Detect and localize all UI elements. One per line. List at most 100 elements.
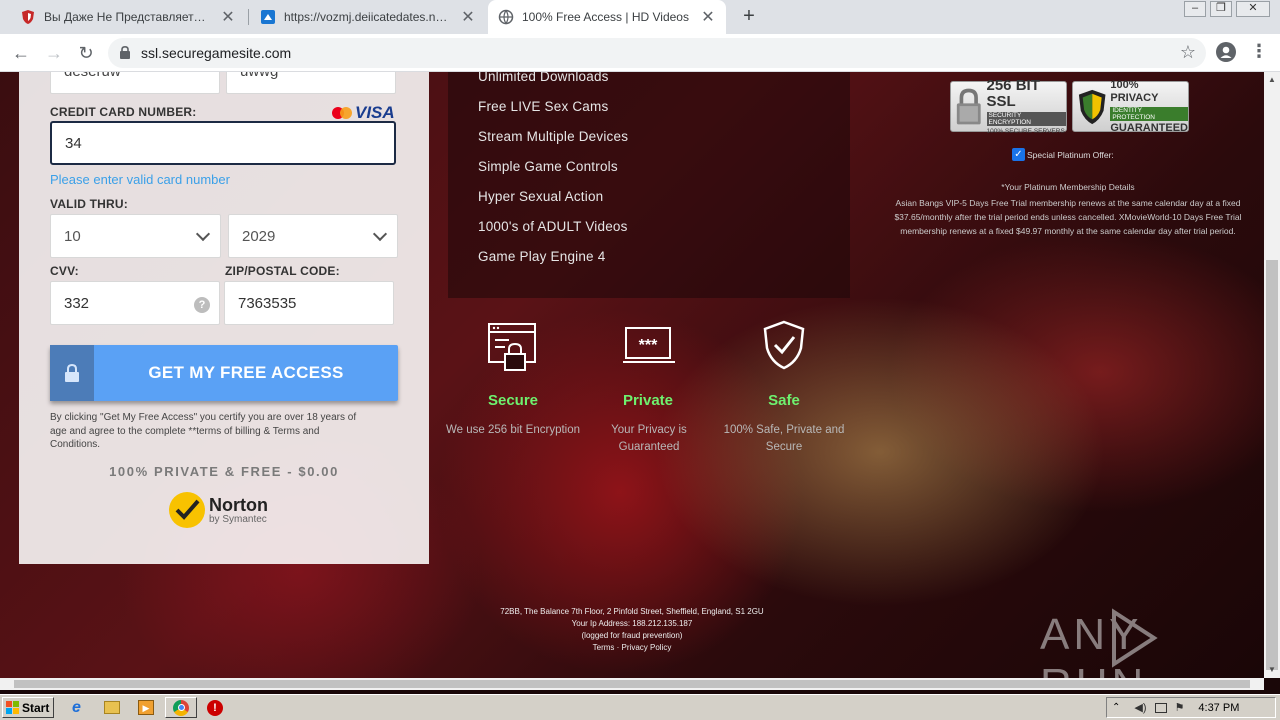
tab-strip: Вы Даже Не Представляете Что М ✕ https:/… [0,0,1280,34]
bookmark-star-icon[interactable]: ☆ [1180,42,1196,63]
privacy-badge-line1: IDENTITY PROTECTION [1110,107,1188,121]
ie-icon[interactable]: e [72,699,81,717]
footer-ip: Your Ip Address: 188.212.135.187 [571,619,693,628]
tab-1-close-icon[interactable]: ✕ [220,7,236,27]
cvv-help-icon[interactable]: ? [194,297,210,313]
membership-details-title: *Your Platinum Membership Details [1001,182,1135,192]
lock-icon [120,46,130,59]
mastercard-icon [332,107,352,119]
shield-check-icon [763,320,805,370]
reload-button[interactable]: ↻ [74,41,98,65]
new-tab-button[interactable]: + [738,5,760,27]
stop-icon[interactable]: ! [207,700,223,716]
scroll-up-icon[interactable]: ▲ [1264,72,1280,88]
profile-avatar-icon[interactable] [1216,42,1236,62]
valid-thru-label: VALID THRU: [50,197,128,211]
scroll-down-icon[interactable]: ▼ [1264,662,1280,678]
ssl-padlock-icon [956,88,981,124]
forward-button[interactable]: → [42,41,66,65]
minimize-button[interactable]: – [1184,1,1206,17]
clock: 4:37 PM [1198,701,1240,714]
footer-address: 72BB, The Balance 7th Floor, 2 Pinfold S… [500,607,764,616]
get-free-access-button[interactable]: GET MY FREE ACCESS [50,345,398,401]
norton-badge: Norton by Symantec [169,492,268,528]
ssl-badge-line1: SECURITY ENCRYPTION [986,112,1066,126]
terms-disclaimer: By clicking "Get My Free Access" you cer… [50,412,357,450]
payment-form-panel: deseruw uwwg CREDIT CARD NUMBER: VISA 34… [19,72,429,564]
media-player-icon[interactable]: ▶ [138,700,154,715]
vertical-scrollbar[interactable]: ▲ ▼ [1264,72,1280,678]
speaker-icon[interactable]: ◀) [1134,701,1146,714]
name-field-2[interactable]: uwwg [226,72,396,94]
card-number-label: CREDIT CARD NUMBER: [50,105,197,119]
site-icon [260,9,276,25]
zip-input[interactable]: 7363535 [224,281,394,325]
cvv-value: 332 [64,294,90,312]
expiry-year-value: 2029 [242,227,276,245]
tray-arrow-icon[interactable]: ⌃ [1112,702,1120,713]
menu-icon[interactable]: ⋮ [1250,42,1268,62]
page-footer: 72BB, The Balance 7th Floor, 2 Pinfold S… [432,606,832,654]
private-free-tagline: 100% PRIVATE & FREE - $0.00 [109,464,339,479]
expiry-year-select[interactable]: 2029 [228,214,398,258]
private-title: Private [622,392,674,409]
page-viewport: deseruw uwwg CREDIT CARD NUMBER: VISA 34… [0,72,1264,678]
tab-1[interactable]: Вы Даже Не Представляете Что М ✕ [10,0,246,34]
name-field-1[interactable]: deseruw [50,72,220,94]
card-number-input[interactable]: 34 [50,121,396,165]
back-button[interactable]: ← [9,41,33,65]
ssl-badge-line2: 100% SECURE SERVERS [986,128,1065,135]
anyrun-play-icon [1110,608,1158,673]
privacy-badge: 100% PRIVACY IDENTITY PROTECTION GUARANT… [1072,79,1189,134]
feature-item: Free LIVE Sex Cams [478,99,609,114]
card-brands-logo: VISA [332,103,395,123]
horizontal-scrollbar[interactable] [0,678,1264,690]
hscroll-thumb[interactable] [14,680,1250,688]
secure-title: Secure [487,392,539,409]
private-text: Your Privacy is Guaranteed [611,424,687,453]
feature-item: Simple Game Controls [478,159,618,174]
tab-3-label: 100% Free Access | HD Videos [522,10,689,24]
tab-2[interactable]: https://vozmj.deiicatedates.net/c/d ✕ [250,0,486,34]
network-icon[interactable] [1154,702,1167,713]
feature-item: Hyper Sexual Action [478,189,604,204]
chevron-down-icon [372,226,388,242]
browser-lock-icon [488,323,536,371]
tab-1-label: Вы Даже Не Представляете Что М [44,10,212,24]
expiry-month-value: 10 [64,227,81,245]
safe-title: Safe [768,392,800,409]
omnibox[interactable]: ssl.securegamesite.com ☆ [108,38,1206,68]
start-button[interactable]: Start [2,697,54,718]
zip-value: 7363535 [238,294,297,312]
chrome-taskbar-icon[interactable] [165,697,197,718]
shield-icon [20,9,36,25]
ssl-badge-title: 256 BIT SSL [986,77,1040,110]
tab-2-close-icon[interactable]: ✕ [460,7,476,27]
address-bar: ← → ↻ ssl.securegamesite.com ☆ [0,34,1280,72]
system-tray: ⌃ ◀) ⚑ 4:37 PM [1106,697,1276,718]
card-number-value: 34 [65,134,82,152]
flag-icon[interactable]: ⚑ [1175,701,1185,714]
platinum-offer-checkbox[interactable]: ✓ [1012,148,1025,161]
footer-links[interactable]: Terms · Privacy Policy [432,642,832,654]
restore-button[interactable]: ❐ [1210,1,1232,17]
folder-icon[interactable] [104,701,120,714]
visa-logo: VISA [355,103,395,122]
membership-details-text: Asian Bangs VIP-5 Days Free Trial member… [894,198,1242,236]
feature-item: Stream Multiple Devices [478,129,629,144]
chevron-down-icon [195,226,211,242]
padlock-icon [50,345,94,401]
expiry-month-select[interactable]: 10 [50,214,221,258]
password-monitor-icon: *** [623,327,675,363]
scroll-thumb[interactable] [1266,260,1278,670]
close-window-button[interactable]: ✕ [1236,1,1270,17]
tab-separator [248,9,249,25]
footer-logged: (logged for fraud prevention) [581,631,683,640]
cta-label: GET MY FREE ACCESS [148,363,344,382]
cvv-input[interactable]: 332 ? [50,281,220,325]
tab-3-active[interactable]: 100% Free Access | HD Videos ✕ [488,0,726,34]
card-error-message: Please enter valid card number [50,172,230,187]
taskbar: Start e ▶ ! ⌃ ◀) ⚑ 4:37 PM [0,694,1280,720]
tab-3-close-icon[interactable]: ✕ [700,7,716,27]
url-text: ssl.securegamesite.com [141,45,292,61]
